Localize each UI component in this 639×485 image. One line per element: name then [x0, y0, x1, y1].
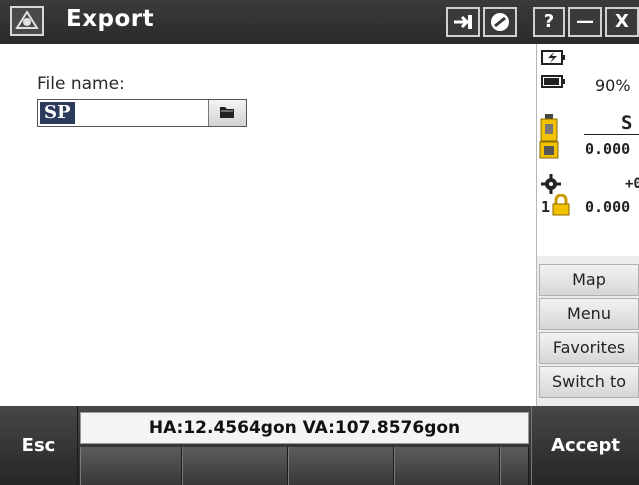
folder-icon: [220, 107, 234, 118]
target-value: 0.000: [585, 198, 631, 216]
browse-button[interactable]: [208, 100, 246, 126]
file-name-input[interactable]: SP: [37, 99, 247, 127]
softkey-4[interactable]: [394, 447, 500, 485]
export-form-panel: File name: SP: [0, 44, 537, 406]
title-bar: Export ? — X: [0, 0, 639, 44]
help-button[interactable]: ?: [533, 7, 565, 37]
softkey-3[interactable]: [288, 447, 394, 485]
dial-icon: [491, 13, 509, 31]
softkey-bar: Esc HA:12.4564gon VA:107.8576gon Accept: [0, 406, 639, 485]
target-offset: +0: [625, 176, 639, 192]
pin-icon: [454, 15, 472, 29]
file-name-label: File name:: [37, 74, 125, 94]
favorites-button[interactable]: Favorites: [539, 332, 639, 364]
instrument-code: S: [621, 112, 633, 134]
switch-to-button[interactable]: Switch to: [539, 366, 639, 398]
accept-button[interactable]: Accept: [531, 406, 639, 485]
softkey-5[interactable]: [500, 447, 529, 485]
esc-button[interactable]: Esc: [0, 406, 78, 485]
minimize-button[interactable]: —: [568, 7, 602, 37]
file-name-value[interactable]: SP: [40, 102, 75, 124]
trimble-app-icon[interactable]: [10, 6, 44, 36]
softkey-1[interactable]: [80, 447, 182, 485]
softkey-2[interactable]: [182, 447, 288, 485]
battery-percent: 90%: [595, 76, 631, 95]
map-button[interactable]: Map: [539, 264, 639, 296]
status-divider: [584, 134, 639, 135]
close-button[interactable]: X: [605, 7, 639, 37]
angle-readout: HA:12.4564gon VA:107.8576gon: [80, 412, 529, 444]
status-area[interactable]: 90% S 0.000 +0 1 0.000: [537, 44, 639, 256]
battery-icon: [541, 75, 565, 88]
instrument-icon: [539, 114, 559, 159]
pin-button[interactable]: [446, 7, 480, 37]
target-number: 1: [541, 198, 551, 216]
status-side-panel: 90% S 0.000 +0 1 0.000 Map Menu Favorite…: [537, 44, 639, 406]
charging-battery-icon: [541, 50, 565, 65]
lock-icon: [552, 194, 570, 216]
instrument-value: 0.000: [585, 140, 631, 158]
dial-button[interactable]: [483, 7, 517, 37]
menu-button[interactable]: Menu: [539, 298, 639, 330]
window-title: Export: [66, 6, 155, 32]
